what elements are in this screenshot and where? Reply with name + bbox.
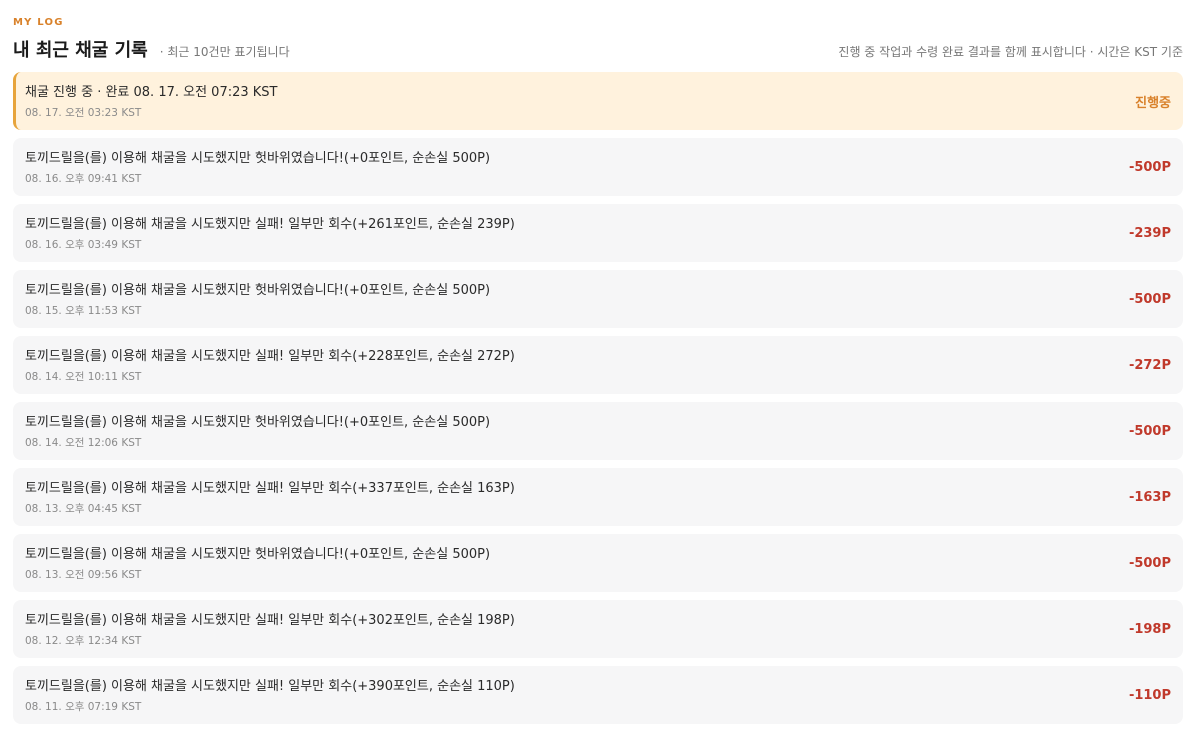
log-row: 토끼드릴을(를) 이용해 채굴을 시도했지만 헛바위였습니다!(+0포인트, 순…	[13, 534, 1183, 592]
log-row-value: -500P	[1128, 159, 1171, 175]
log-row-active: 채굴 진행 중 · 완료 08. 17. 오전 07:23 KST 08. 17…	[13, 72, 1183, 130]
log-row-value: -272P	[1128, 357, 1171, 373]
log-row-text: 토끼드릴을(를) 이용해 채굴을 시도했지만 실패! 일부만 회수(+390포인…	[25, 679, 515, 694]
log-row-value: -500P	[1128, 555, 1171, 571]
log-row-text: 토끼드릴을(를) 이용해 채굴을 시도했지만 헛바위였습니다!(+0포인트, 순…	[25, 151, 491, 166]
log-row-value: -500P	[1128, 423, 1171, 439]
log-row-text: 토끼드릴을(를) 이용해 채굴을 시도했지만 실패! 일부만 회수(+302포인…	[25, 613, 515, 628]
log-row-value: -110P	[1128, 687, 1171, 703]
log-row-time: 08. 15. 오후 11:53 KST	[25, 305, 142, 317]
log-row-time: 08. 17. 오전 03:23 KST	[25, 107, 142, 119]
log-row: 토끼드릴을(를) 이용해 채굴을 시도했지만 실패! 일부만 회수(+390포인…	[13, 666, 1183, 724]
header-title-group: 내 최근 채굴 기록 · 최근 10건만 표기됩니다	[13, 36, 290, 62]
log-row-text: 토끼드릴을(를) 이용해 채굴을 시도했지만 헛바위였습니다!(+0포인트, 순…	[25, 547, 491, 562]
log-row-text: 토끼드릴을(를) 이용해 채굴을 시도했지만 헛바위였습니다!(+0포인트, 순…	[25, 283, 491, 298]
log-row-value: -500P	[1128, 291, 1171, 307]
log-row-text: 토끼드릴을(를) 이용해 채굴을 시도했지만 헛바위였습니다!(+0포인트, 순…	[25, 415, 491, 430]
log-row-value: -239P	[1128, 225, 1171, 241]
log-row: 토끼드릴을(를) 이용해 채굴을 시도했지만 실패! 일부만 회수(+228포인…	[13, 336, 1183, 394]
log-row-text: 토끼드릴을(를) 이용해 채굴을 시도했지만 실패! 일부만 회수(+337포인…	[25, 481, 515, 496]
log-row-time: 08. 12. 오후 12:34 KST	[25, 635, 142, 647]
log-row-time: 08. 13. 오전 09:56 KST	[25, 569, 142, 581]
status-badge: 진행중	[1135, 95, 1171, 111]
log-row: 토끼드릴을(를) 이용해 채굴을 시도했지만 헛바위였습니다!(+0포인트, 순…	[13, 138, 1183, 196]
log-row-value: -198P	[1128, 621, 1171, 637]
log-row-time: 08. 11. 오후 07:19 KST	[25, 701, 142, 713]
log-row: 토끼드릴을(를) 이용해 채굴을 시도했지만 헛바위였습니다!(+0포인트, 순…	[13, 270, 1183, 328]
log-list: 채굴 진행 중 · 완료 08. 17. 오전 07:23 KST 08. 17…	[13, 72, 1183, 732]
header-note: 진행 중 작업과 수령 완료 결과를 함께 표시합니다 · 시간은 KST 기준	[838, 44, 1183, 59]
log-row-text: 토끼드릴을(를) 이용해 채굴을 시도했지만 실패! 일부만 회수(+261포인…	[25, 217, 515, 232]
page-title: 내 최근 채굴 기록	[13, 40, 148, 61]
log-header: 내 최근 채굴 기록 · 최근 10건만 표기됩니다 진행 중 작업과 수령 완…	[13, 36, 1183, 62]
log-row: 토끼드릴을(를) 이용해 채굴을 시도했지만 실패! 일부만 회수(+302포인…	[13, 600, 1183, 658]
section-eyebrow: MY LOG	[13, 17, 64, 28]
log-row-time: 08. 14. 오전 10:11 KST	[25, 371, 142, 383]
mining-log-panel: MY LOG 내 최근 채굴 기록 · 최근 10건만 표기됩니다 진행 중 작…	[0, 0, 1200, 736]
page-subtitle: · 최근 10건만 표기됩니다	[159, 45, 290, 59]
log-row-text: 토끼드릴을(를) 이용해 채굴을 시도했지만 실패! 일부만 회수(+228포인…	[25, 349, 515, 364]
log-row-time: 08. 13. 오후 04:45 KST	[25, 503, 142, 515]
log-row-text: 채굴 진행 중 · 완료 08. 17. 오전 07:23 KST	[25, 85, 278, 100]
log-row-time: 08. 14. 오전 12:06 KST	[25, 437, 142, 449]
log-row: 토끼드릴을(를) 이용해 채굴을 시도했지만 실패! 일부만 회수(+261포인…	[13, 204, 1183, 262]
log-row-value: -163P	[1128, 489, 1171, 505]
log-row-time: 08. 16. 오후 09:41 KST	[25, 173, 142, 185]
log-row: 토끼드릴을(를) 이용해 채굴을 시도했지만 실패! 일부만 회수(+337포인…	[13, 468, 1183, 526]
log-row-time: 08. 16. 오후 03:49 KST	[25, 239, 142, 251]
log-row: 토끼드릴을(를) 이용해 채굴을 시도했지만 헛바위였습니다!(+0포인트, 순…	[13, 402, 1183, 460]
